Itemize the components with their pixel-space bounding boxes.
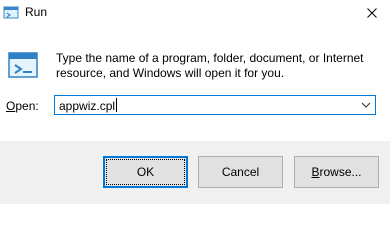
browse-button-label: Browse... <box>311 165 362 179</box>
description-line-2: resource, and Windows will open it for y… <box>56 66 285 80</box>
ok-button[interactable]: OK <box>103 156 188 188</box>
close-button[interactable] <box>354 0 390 26</box>
chevron-down-icon[interactable] <box>360 99 372 111</box>
browse-button[interactable]: Browse... <box>294 156 379 188</box>
description-line-1: Type the name of a program, folder, docu… <box>56 51 364 65</box>
cancel-button[interactable]: Cancel <box>198 156 283 188</box>
focus-rectangle <box>106 159 185 185</box>
run-app-icon <box>3 6 19 19</box>
open-label: Open: <box>6 99 39 113</box>
close-icon <box>367 8 377 18</box>
open-input[interactable]: appwiz.cpl <box>59 98 118 113</box>
title-bar: Run <box>0 0 390 26</box>
run-description: Type the name of a program, folder, docu… <box>56 51 381 81</box>
window-title: Run <box>25 5 48 19</box>
text-cursor <box>116 98 118 112</box>
run-program-icon <box>8 52 38 78</box>
open-combobox[interactable]: appwiz.cpl <box>54 95 376 115</box>
cancel-button-label: Cancel <box>221 165 260 179</box>
